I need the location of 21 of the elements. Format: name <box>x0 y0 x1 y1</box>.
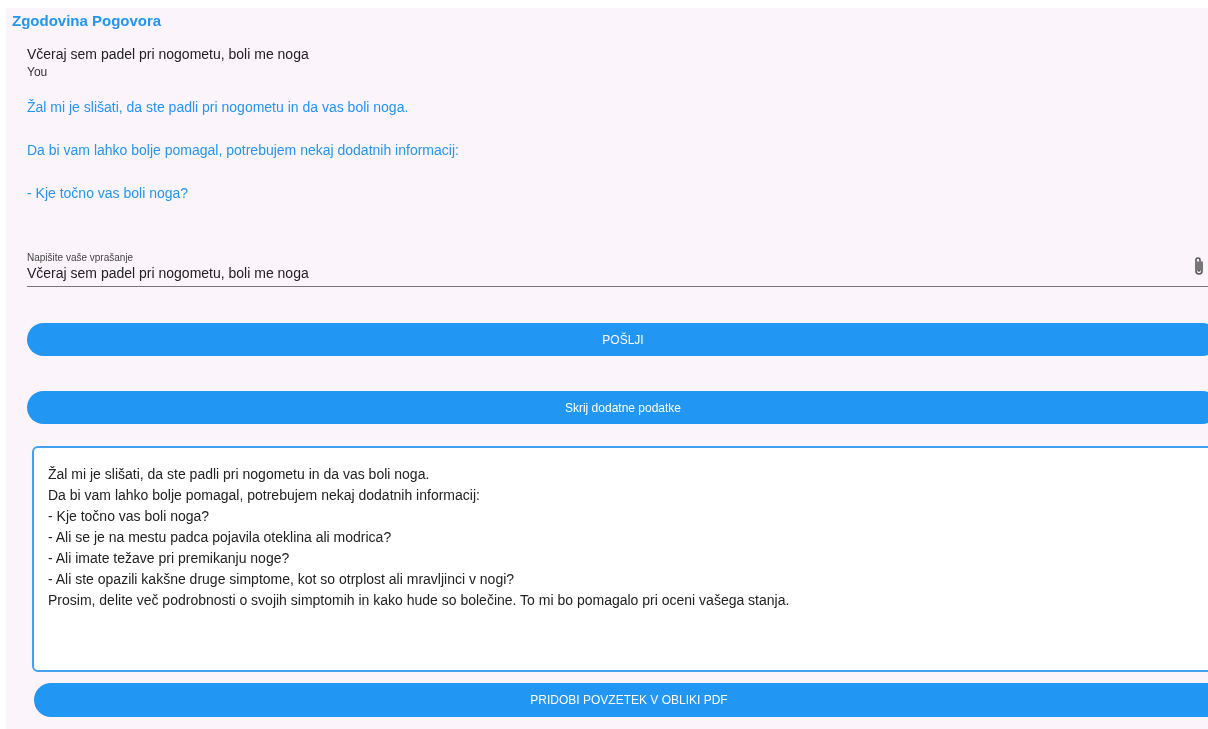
summary-line: Prosim, delite več podrobnosti o svojih simptomih in kako hude so bolečine. To mi bo pomagalo pri oceni vašega stanja. <box>48 591 791 610</box>
send-button[interactable]: POŠLJI <box>27 323 1208 356</box>
summary-line: - Ali se je na mestu padca pojavila oteklina ali modrica? <box>48 528 393 547</box>
paperclip-icon[interactable] <box>1193 256 1205 278</box>
section-title: Zgodovina Pogovora <box>11 11 163 30</box>
summary-line: - Kje točno vas boli noga? <box>48 507 211 526</box>
message-text: Včeraj sem padel pri nogometu, boli me noga <box>27 45 310 64</box>
hide-details-button[interactable]: Skrij dodatne podatke <box>27 391 1208 424</box>
sender-label: You <box>27 64 49 80</box>
field-value: Včeraj sem padel pri nogometu, boli me noga <box>27 264 309 282</box>
pdf-button[interactable]: PRIDOBI POVZETEK V OBLIKI PDF <box>34 683 1208 717</box>
summary-line: Žal mi je slišati, da ste padli pri nogometu in da vas boli noga. <box>48 465 431 484</box>
summary-field[interactable] <box>32 446 1208 672</box>
question-field[interactable]: Napišite vaše vprašanje Včeraj sem padel pri nogometu, boli me noga <box>27 252 1208 287</box>
summary-line: Da bi vam lahko bolje pomagal, potrebujem nekaj dodatnih informacij: <box>48 486 481 505</box>
summary-line: - Ali imate težave pri premikanju noge? <box>48 549 291 568</box>
field-label: Napišite vaše vprašanje <box>27 252 135 264</box>
reply-text: Žal mi je slišati, da ste padli pri nogometu in da vas boli noga. <box>27 98 410 117</box>
reply-text: Da bi vam lahko bolje pomagal, potrebujem nekaj dodatnih informacij: <box>27 141 460 160</box>
reply-text: - Kje točno vas boli noga? <box>27 184 190 203</box>
summary-line: - Ali ste opazili kakšne druge simptome, kot so otrplost ali mravljinci v nogi? <box>48 570 516 589</box>
